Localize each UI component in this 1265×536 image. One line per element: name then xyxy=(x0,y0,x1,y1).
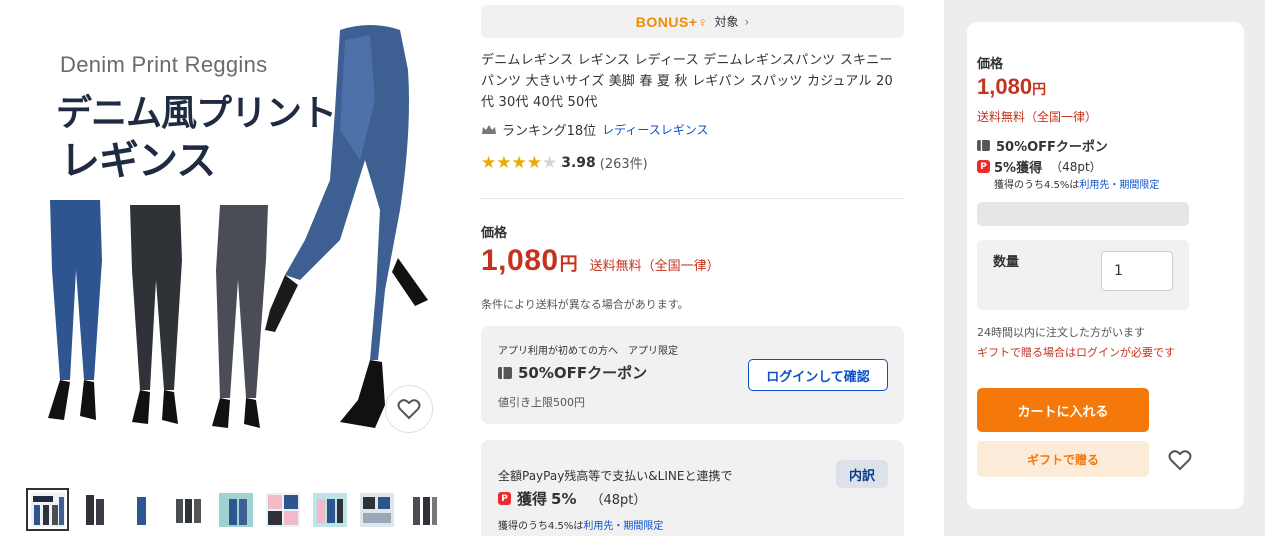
quantity-box: 数量 xyxy=(977,240,1189,310)
recent-order-note: 24時間以内に注文した方がいます xyxy=(977,326,1145,339)
send-as-gift-button[interactable]: ギフトで贈る xyxy=(977,441,1149,477)
rating-score: 3.98 xyxy=(561,154,596,171)
paypay-icon: P xyxy=(977,160,990,173)
thumbnail-image xyxy=(30,492,65,527)
side-shipping-label: 送料無料（全国一律） xyxy=(977,110,1098,124)
side-earn-note: 獲得のうち4.5%は利用先・期間限定 xyxy=(994,176,1159,191)
login-to-confirm-button[interactable]: ログインして確認 xyxy=(748,359,888,391)
add-to-cart-button[interactable]: カートに入れる xyxy=(977,388,1149,432)
thumbnail-3[interactable] xyxy=(120,488,163,531)
earn-points: （48pt） xyxy=(590,493,647,508)
bonus-target-label: 対象 xyxy=(714,15,739,29)
side-price-amount: 1,080 xyxy=(977,74,1033,99)
side-earn-label: 5%獲得 xyxy=(994,161,1043,176)
product-title: デニムレギンス レギンス レディース デニムレギンスパンツ スキニーパンツ 大き… xyxy=(481,53,893,110)
earn-label: 獲得 xyxy=(517,490,548,508)
main-product-image[interactable]: Denim Print Reggins デニム風プリント レギンス xyxy=(40,10,440,440)
product-media: Denim Print Reggins デニム風プリント レギンス xyxy=(0,0,470,536)
star-icon: ★ xyxy=(526,152,542,173)
leggings-black xyxy=(130,205,182,424)
coupon-subtitle: アプリ利用が初めての方へ アプリ限定 xyxy=(498,346,678,357)
price-amount: 1,080 xyxy=(481,244,559,277)
shipping-free-label: 送料無料（全国一律） xyxy=(589,259,720,274)
leggings-blue xyxy=(48,200,102,420)
star-icon: ★ xyxy=(511,152,527,173)
coupon-icon xyxy=(498,366,512,379)
thumbnail-image xyxy=(312,492,347,527)
side-price-row: 1,080 円 xyxy=(977,74,1046,100)
star-icon: ★ xyxy=(496,152,512,173)
heart-icon xyxy=(1168,450,1192,471)
side-coupon-text: 50%OFFクーポン xyxy=(996,140,1108,155)
price-label: 価格 xyxy=(481,226,508,241)
thumbnail-image xyxy=(175,498,201,523)
shipping-note: 条件により送料が異なる場合があります。 xyxy=(481,298,689,311)
points-breakdown-button[interactable]: 内訳 xyxy=(836,460,888,488)
coupon-limit: 値引き上限500円 xyxy=(498,396,585,409)
star-icon: ★ xyxy=(481,152,497,173)
thumbnail-2[interactable] xyxy=(73,488,116,531)
leggings-grey xyxy=(212,205,268,428)
rating-row[interactable]: ★ ★ ★ ★ ★ 3.98 (263件) xyxy=(481,152,648,173)
thumbnail-8[interactable] xyxy=(355,488,398,531)
paypay-note: 獲得のうち4.5%は利用先・期間限定 xyxy=(498,517,663,532)
quantity-label: 数量 xyxy=(993,255,1020,270)
thumbnail-image xyxy=(412,496,437,525)
gift-login-note: ギフトで贈る場合はログインが必要です xyxy=(977,346,1175,359)
ranking-row: ランキング18位 レディースレギンス xyxy=(481,120,708,139)
favorite-heart-button[interactable] xyxy=(385,385,433,433)
side-usage-limit-link[interactable]: 利用先・期間限定 xyxy=(1079,180,1159,191)
thumbnail-1[interactable] xyxy=(26,488,69,531)
chevron-right-icon: › xyxy=(744,14,750,29)
side-favorite-button[interactable] xyxy=(1163,443,1197,477)
paypay-box: 全額PayPay残高等で支払い&LINEと連携で 内訳 P 獲得 5% （48p… xyxy=(481,440,904,536)
bonus-plus-banner[interactable]: BONUS+♀ 対象 › xyxy=(481,5,904,38)
side-earn-note-text: 獲得のうち4.5%は xyxy=(994,180,1080,191)
thumbnail-7[interactable] xyxy=(308,488,351,531)
coupon-box: アプリ利用が初めての方へ アプリ限定 50%OFFクーポン 値引き上限500円 … xyxy=(481,326,904,424)
thumbnail-4[interactable] xyxy=(167,488,210,531)
price-currency: 円 xyxy=(559,254,578,275)
divider xyxy=(481,198,904,199)
thumbnail-image xyxy=(265,492,300,527)
thumbnail-strip xyxy=(26,488,445,532)
product-info: BONUS+♀ 対象 › デニムレギンス レギンス レディース デニムレギンスパ… xyxy=(481,0,904,536)
image-title-english: Denim Print Reggins xyxy=(60,52,268,77)
heart-icon xyxy=(397,399,421,420)
crown-icon xyxy=(482,124,496,134)
ranking-text: ランキング18位 xyxy=(502,124,597,139)
side-earn-row: P 5%獲得 （48pt） xyxy=(977,157,1102,176)
paypay-note-text: 獲得のうち4.5%は xyxy=(498,521,584,532)
usage-limit-link[interactable]: 利用先・期間限定 xyxy=(583,521,663,532)
purchase-sidebar: 価格 1,080 円 送料無料（全国一律） 50%OFFクーポン P 5%獲得 … xyxy=(944,0,1265,536)
side-earn-points: （48pt） xyxy=(1050,160,1102,174)
price-row: 1,080 円 送料無料（全国一律） xyxy=(481,244,720,278)
thumbnail-9[interactable] xyxy=(402,488,445,531)
side-coupon: 50%OFFクーポン xyxy=(977,136,1108,155)
thumbnail-image xyxy=(136,496,146,525)
coupon-icon xyxy=(977,140,990,151)
option-placeholder-bar xyxy=(977,202,1189,226)
side-price-currency: 円 xyxy=(1032,82,1047,98)
ranking-category-link[interactable]: レディースレギンス xyxy=(602,121,708,138)
paypay-earn-row: P 獲得 5% （48pt） xyxy=(498,488,646,509)
thumbnail-image xyxy=(218,492,253,527)
paypay-condition: 全額PayPay残高等で支払い&LINEと連携で xyxy=(498,469,733,483)
quantity-input[interactable] xyxy=(1101,251,1173,291)
coupon-title-text: 50%OFFクーポン xyxy=(518,364,648,382)
image-title-japanese-line2: レギンス xyxy=(60,138,216,184)
thumbnail-image xyxy=(85,494,104,525)
star-empty-icon: ★ xyxy=(542,152,558,173)
side-price-label: 価格 xyxy=(977,57,1004,72)
review-count: (263件) xyxy=(599,157,648,172)
earn-rate: 5% xyxy=(551,489,577,508)
coupon-title: 50%OFFクーポン xyxy=(498,362,647,383)
bonus-plus-logo: BONUS+♀ xyxy=(635,13,709,30)
paypay-icon: P xyxy=(498,492,511,505)
thumbnail-5[interactable] xyxy=(214,488,257,531)
thumbnail-image xyxy=(359,492,394,527)
thumbnail-6[interactable] xyxy=(261,488,304,531)
